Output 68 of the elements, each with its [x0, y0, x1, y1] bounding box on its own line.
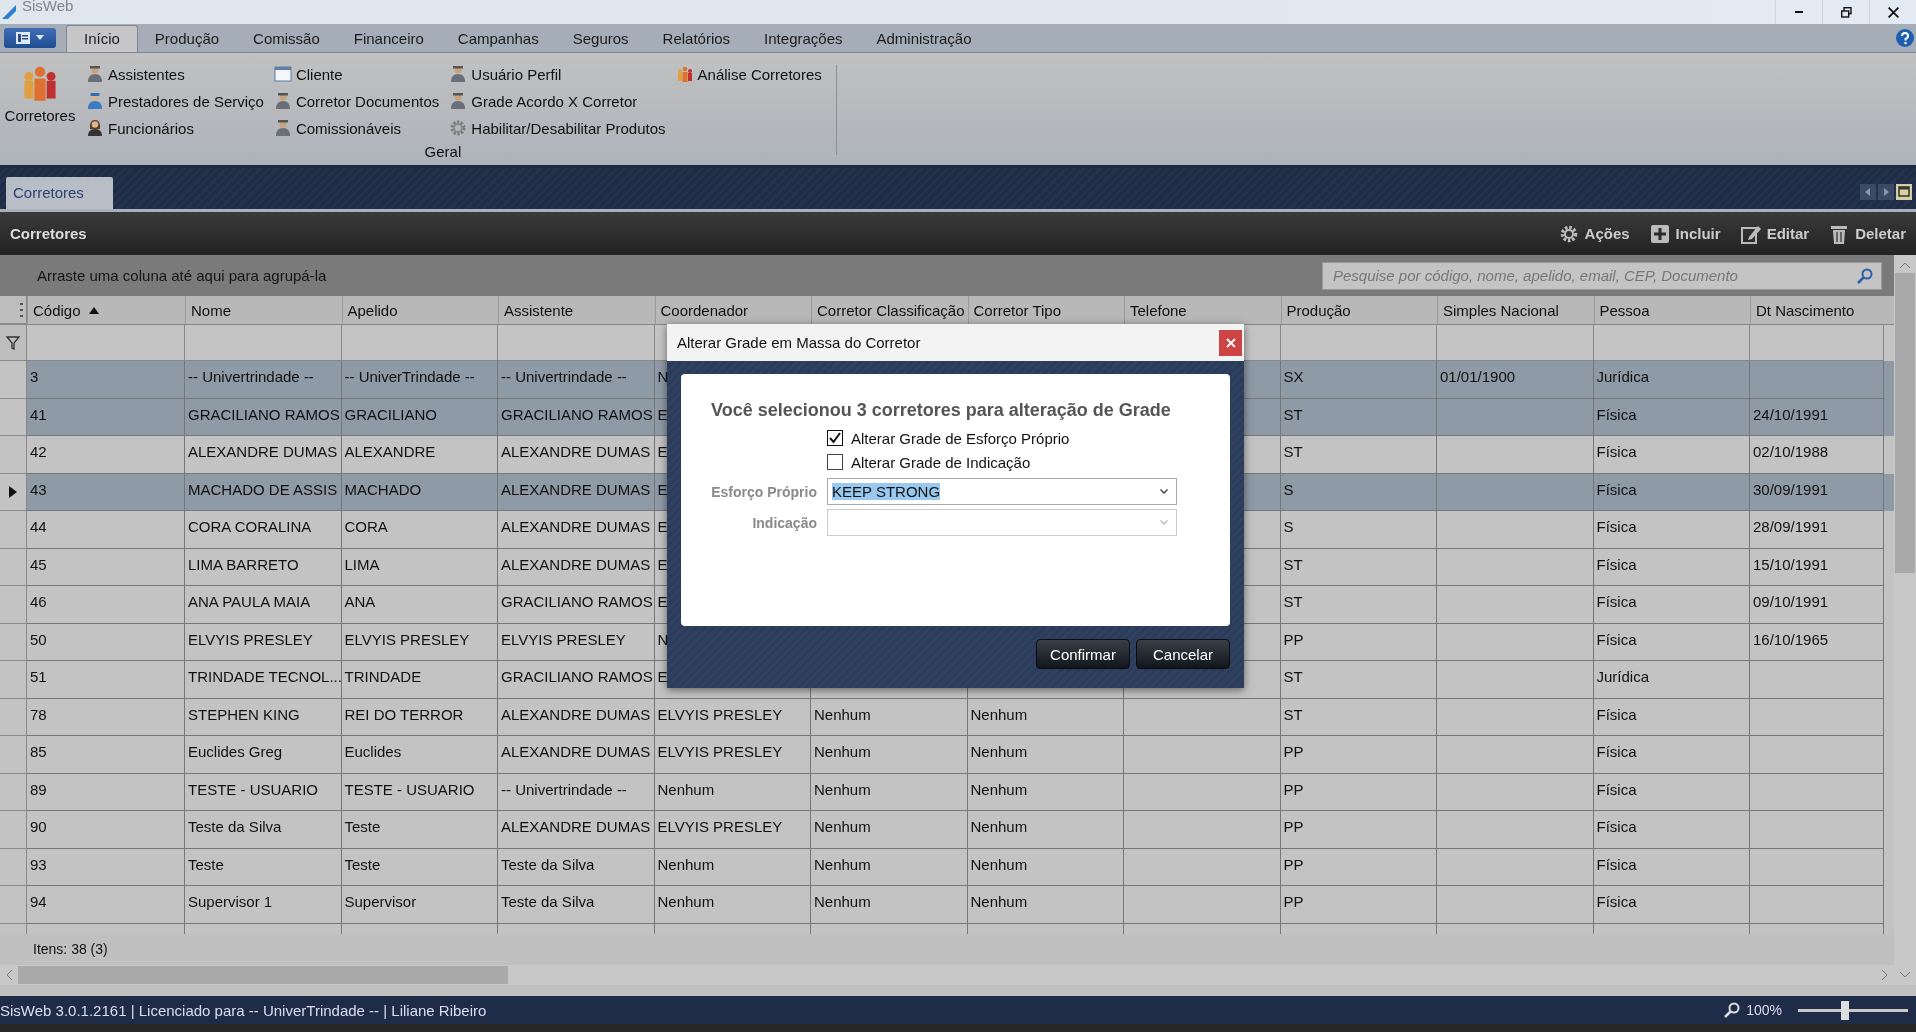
table-cell: -- UniverTrindade -- — [341, 361, 498, 399]
table-cell: Jurídica — [1593, 361, 1750, 399]
table-cell: Euclides Greg — [185, 736, 342, 774]
table-cell: Nenhum — [811, 886, 968, 924]
table-cell: 02/10/1988 — [1750, 436, 1884, 474]
table-cell: 44 — [27, 511, 185, 549]
table-cell: Física — [1593, 436, 1750, 474]
table-cell: Física — [1593, 811, 1750, 849]
table-cell: 46 — [27, 586, 185, 624]
table-cell: ELVYIS PRESLEY — [654, 736, 811, 774]
panel-title: Corretores — [10, 225, 87, 242]
table-cell: 90 — [27, 811, 185, 849]
table-cell: CORA — [341, 511, 498, 549]
table-cell: ST — [1280, 586, 1437, 624]
table-cell: 42 — [27, 436, 185, 474]
table-cell: 3 — [27, 361, 185, 399]
table-cell: TRINDADE — [341, 661, 498, 699]
table-cell: -- Univertrindade -- — [185, 361, 342, 399]
table-cell: -- Univertrindade -- — [498, 361, 655, 399]
table-cell: ALEXANDRE DUMAS — [498, 811, 655, 849]
status-text: SisWeb 3.0.1.2161 | Licenciado para -- UniverTrindade -- | Liliane Ribeiro — [0, 1001, 487, 1019]
table-cell: ALEXANDRE DUMAS — [498, 736, 655, 774]
table-cell: 28/09/1991 — [1750, 511, 1884, 549]
table-cell: ST — [1280, 661, 1437, 699]
table-cell: PP — [1280, 811, 1437, 849]
table-cell: Física — [1593, 736, 1750, 774]
table-cell: GRACILIANO RAMOS — [498, 661, 655, 699]
table-cell: TRINDADE TECNOL... — [185, 661, 342, 699]
table-cell: 94 — [27, 886, 185, 924]
table-cell: CORA CORALINA — [185, 511, 342, 549]
table-cell: PP — [1280, 736, 1437, 774]
window-title: SisWeb — [22, 0, 74, 14]
table-cell: Nenhum — [654, 886, 811, 924]
table-cell: ALEXANDRE DUMAS — [498, 436, 655, 474]
table-cell: Física — [1593, 586, 1750, 624]
table-cell: ELVYIS PRESLEY — [654, 811, 811, 849]
table-cell: Supervisor — [341, 886, 498, 924]
table-cell: 51 — [27, 661, 185, 699]
table-cell: Física — [1593, 886, 1750, 924]
table-cell: ALEXANDRE DUMAS — [185, 436, 342, 474]
table-cell: Teste da Silva — [185, 811, 342, 849]
table-cell: Física — [1593, 511, 1750, 549]
dialog-title: Alterar Grade em Massa do Corretor — [677, 334, 921, 351]
table-cell: ANA PAULA MAIA — [185, 586, 342, 624]
table-cell: Supervisor 1 — [185, 886, 342, 924]
table-cell: Teste — [341, 811, 498, 849]
table-cell: ANA — [341, 586, 498, 624]
table-cell: ST — [1280, 436, 1437, 474]
table-cell: Nenhum — [967, 736, 1124, 774]
table-cell: 09/10/1991 — [1750, 586, 1884, 624]
table-cell: S — [1280, 511, 1437, 549]
table-cell: Nenhum — [967, 886, 1124, 924]
table-cell: Teste da Silva — [498, 886, 655, 924]
table-cell: Nenhum — [811, 811, 968, 849]
ribbon-group-label: Geral — [423, 143, 463, 160]
table-cell: GRACILIANO RAMOS — [498, 586, 655, 624]
table-cell: SX — [1280, 361, 1437, 399]
table-cell: ALEXANDRE DUMAS — [498, 511, 655, 549]
table-cell: Jurídica — [1593, 661, 1750, 699]
table-cell: PP — [1280, 886, 1437, 924]
table-cell: Nenhum — [811, 736, 968, 774]
table-cell: Nenhum — [967, 811, 1124, 849]
table-cell: Euclides — [341, 736, 498, 774]
table-cell: 01/01/1900 — [1437, 361, 1594, 399]
zoom-level: 100% — [1746, 1002, 1782, 1018]
table-cell: 85 — [27, 736, 185, 774]
table-cell: ALEXANDRE — [341, 436, 498, 474]
group-hint: Arraste uma coluna até aqui para agrupá-la — [37, 267, 327, 284]
